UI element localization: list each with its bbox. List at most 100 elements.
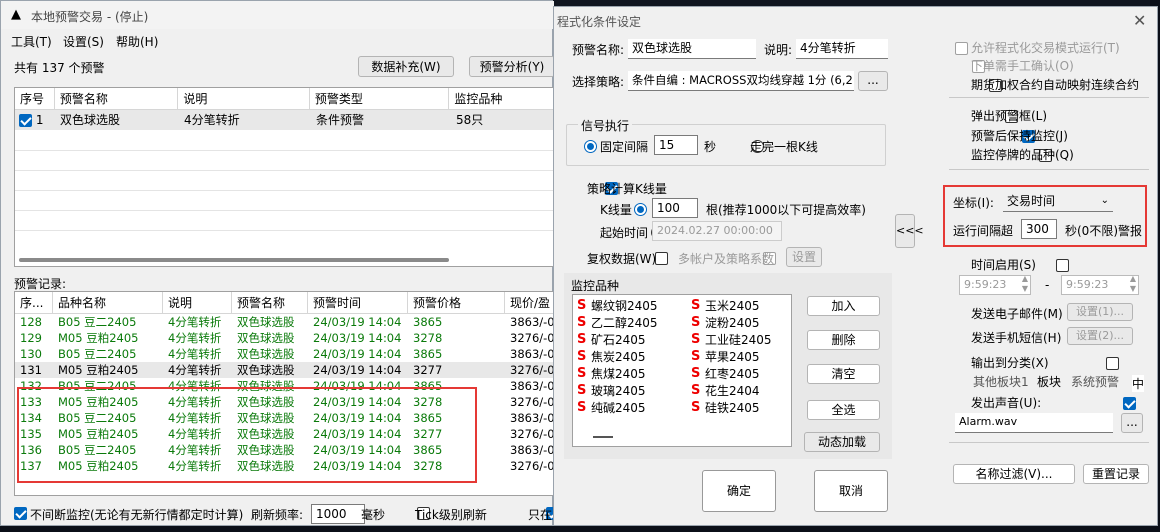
rcol-time[interactable]: 预警时间	[308, 292, 408, 314]
dynamic-load-button[interactable]: 动态加载	[804, 432, 880, 452]
cell-cur: 3276/-0	[510, 331, 553, 345]
list-item[interactable]: S 苹果2405	[691, 348, 772, 365]
rcol-cur[interactable]: 现价/盈	[505, 292, 553, 314]
cell-time: 24/03/19 14:04	[313, 331, 402, 345]
start-time-input[interactable]: 2024.02.27 00:00:00	[652, 221, 782, 241]
fixed-interval-input[interactable]: 15	[654, 135, 698, 155]
rcol-name[interactable]: 预警名称	[232, 292, 308, 314]
cell-name: 双色球选股	[237, 347, 295, 361]
alert-count: 共有 137 个预警	[14, 61, 105, 75]
add-button[interactable]: 加入	[807, 296, 880, 316]
sms-label: 发送手机短信(H)	[971, 331, 1062, 345]
list-scroll-thumb[interactable]	[593, 436, 613, 438]
col-type[interactable]: 预警类型	[310, 87, 450, 110]
list-item[interactable]: S 玻璃2405	[577, 382, 658, 399]
continuous-checkbox[interactable]	[14, 507, 27, 520]
sms-settings-button[interactable]: 设置(2)...	[1067, 327, 1133, 345]
run-interval-input[interactable]: 300	[1021, 219, 1057, 239]
stock-name: 纯碱2405	[591, 401, 646, 415]
horizontal-scrollbar[interactable]	[19, 258, 449, 262]
ok-button[interactable]: 确定	[702, 470, 776, 512]
time-from-input[interactable]: 9:59:23 ▲ ▼	[959, 275, 1031, 295]
axis-label: 坐标(I):	[953, 196, 994, 210]
stock-name: 工业硅2405	[705, 333, 772, 347]
alert-analysis-button[interactable]: 预警分析(Y)	[469, 56, 555, 77]
list-item[interactable]: S 螺纹钢2405	[577, 297, 658, 314]
list-item[interactable]: S 玉米2405	[691, 297, 772, 314]
delete-button[interactable]: 删除	[807, 330, 880, 350]
reset-records-button[interactable]: 重置记录	[1083, 464, 1149, 484]
time-enable-checkbox[interactable]	[1055, 259, 1069, 272]
kline-qty-radio[interactable]	[634, 203, 648, 216]
list-item[interactable]: S 工业硅2405	[691, 331, 772, 348]
time-to-input[interactable]: 9:59:23 ▲ ▼	[1061, 275, 1139, 295]
cell-time: 24/03/19 14:04	[313, 315, 402, 329]
fixed-interval-radio[interactable]	[584, 140, 597, 153]
table-row[interactable]: 1 双色球选股 4分笔转折 条件预警 58只	[15, 110, 553, 130]
name-filter-button[interactable]: 名称过滤(V)...	[953, 464, 1075, 484]
list-item[interactable]: S 焦炭2405	[577, 348, 658, 365]
allow-program-checkbox[interactable]	[955, 42, 968, 55]
table-row[interactable]: 131 M05 豆粕2405 4分笔转折 双色球选股 24/03/19 14:04 327…	[15, 362, 553, 378]
table-row[interactable]: 129 M05 豆粕2405 4分笔转折 双色球选股 24/03/19 14:04 327…	[15, 330, 553, 346]
cell-item: B05 豆二2405	[58, 315, 137, 329]
col-items[interactable]: 监控品种	[449, 88, 553, 110]
sound-file-input[interactable]: Alarm.wav	[955, 413, 1113, 433]
data-fill-button[interactable]: 数据补充(W)	[358, 56, 454, 77]
strategy-browse-button[interactable]: ...	[858, 71, 888, 91]
continuous-label: 不间断监控(无论有无新行情都定时计算)	[30, 508, 244, 522]
alert-table-header: 序号 预警名称 说明 预警类型 监控品种	[15, 87, 553, 110]
desc-label: 说明:	[764, 43, 793, 57]
rcol-price[interactable]: 预警价格	[408, 292, 505, 314]
list-item[interactable]: S 纯碱2405	[577, 399, 658, 416]
rcol-no[interactable]: 序...	[15, 292, 53, 314]
alert-name-input[interactable]: 双色球选股	[628, 39, 756, 59]
desc-input[interactable]: 4分笔转折	[796, 39, 888, 59]
table-row[interactable]: 128 B05 豆二2405 4分笔转折 双色球选股 24/03/19 14:04 386…	[15, 314, 553, 330]
strategy-input[interactable]: 条件自编 : MACROSS双均线穿越 1分 (6,2	[628, 71, 854, 91]
sound-browse-button[interactable]: ...	[1121, 413, 1143, 433]
row-checkbox[interactable]	[19, 114, 32, 127]
kline-qty-input[interactable]: 100	[652, 198, 698, 218]
cell-desc: 4分笔转折	[168, 331, 222, 345]
class-mid[interactable]: 中	[1132, 375, 1145, 392]
clear-button[interactable]: 清空	[807, 364, 880, 384]
menu-settings[interactable]: 设置(S)	[63, 33, 104, 50]
cell-desc: 4分笔转折	[168, 315, 222, 329]
output-class-checkbox[interactable]	[1106, 357, 1120, 370]
footer: 不间断监控(无论有无新行情都定时计算) 刷新频率: 1000 毫秒 Tick级别…	[14, 504, 559, 524]
cell-price: 3865	[413, 347, 443, 361]
table-row[interactable]: 130 B05 豆二2405 4分笔转折 双色球选股 24/03/19 14:04 386…	[15, 346, 553, 362]
rcol-item[interactable]: 品种名称	[53, 292, 163, 314]
kline-label: 走完一根K线	[750, 140, 818, 154]
refresh-input[interactable]: 1000	[311, 504, 365, 524]
class-board[interactable]: 板块	[1037, 373, 1061, 390]
list-item[interactable]: S 焦煤2405	[577, 365, 658, 382]
restore-checkbox[interactable]	[655, 252, 669, 265]
list-item[interactable]: S 花生2404	[691, 382, 772, 399]
axis-select[interactable]: 交易时间 ⌄	[1003, 192, 1113, 212]
class-system[interactable]: 系统预警	[1071, 373, 1119, 390]
list-item[interactable]: S 淀粉2405	[691, 314, 772, 331]
email-settings-button[interactable]: 设置(1)...	[1067, 303, 1133, 321]
col-no[interactable]: 序号	[15, 87, 55, 110]
list-item[interactable]: S 矿石2405	[577, 331, 658, 348]
menu-tools[interactable]: 工具(T)	[11, 33, 52, 50]
close-icon[interactable]: ✕	[1133, 11, 1146, 30]
list-item[interactable]: S 乙二醇2405	[577, 314, 658, 331]
title-bar: ▲ 本地预警交易 - (停止)	[1, 1, 554, 29]
menu-help[interactable]: 帮助(H)	[116, 33, 158, 50]
list-item[interactable]: S 硅铁2405	[691, 399, 772, 416]
rcol-desc[interactable]: 说明	[163, 292, 232, 314]
col-name[interactable]: 预警名称	[55, 87, 179, 110]
cancel-button[interactable]: 取消	[814, 470, 888, 512]
sound-checkbox[interactable]	[1123, 397, 1137, 410]
class-other[interactable]: 其他板块1	[973, 373, 1029, 390]
select-all-button[interactable]: 全选	[807, 400, 880, 420]
cell-cur: 3863/-0	[510, 315, 553, 329]
collapse-button[interactable]: <<<	[895, 214, 924, 248]
multi-account-setting-button[interactable]: 设置	[786, 247, 822, 267]
list-item[interactable]: S 红枣2405	[691, 365, 772, 382]
col-desc[interactable]: 说明	[178, 87, 310, 110]
chevron-down-icon: ⌄	[1100, 195, 1109, 206]
